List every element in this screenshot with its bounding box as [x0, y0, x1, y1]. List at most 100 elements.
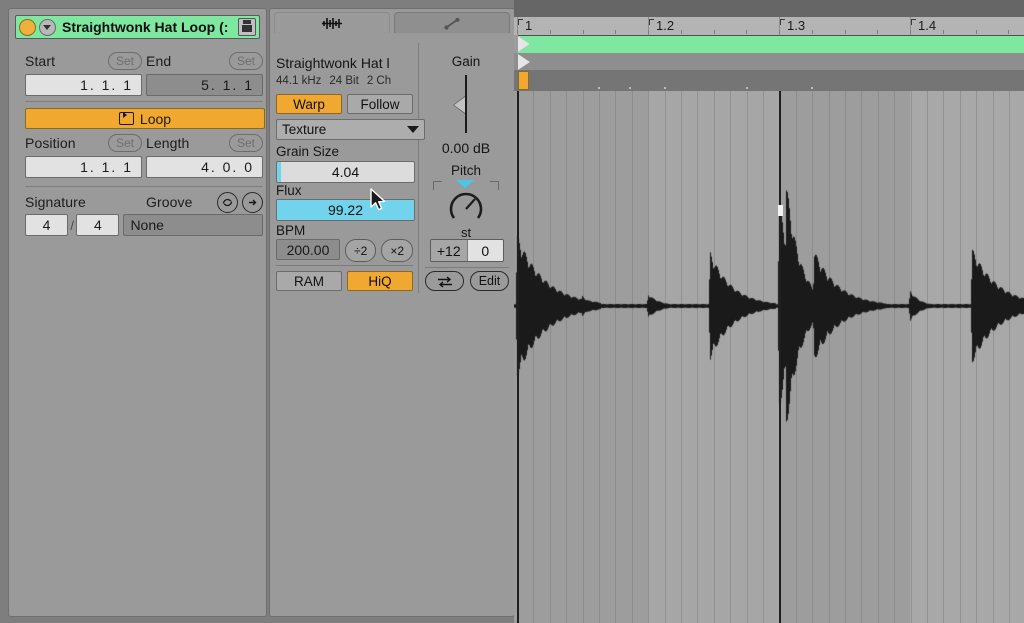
playhead-marker[interactable] — [778, 205, 783, 216]
envelope-icon — [444, 17, 460, 30]
pitch-coarse-value[interactable]: +12 — [431, 240, 467, 261]
divider — [25, 186, 263, 187]
length-set-button[interactable]: Set — [228, 134, 263, 152]
sample-info: 44.1 kHz 24 Bit 2 Ch — [276, 75, 416, 87]
length-field[interactable]: 4. 0. 0 — [146, 156, 263, 178]
clip-panel: Straightwonk Hat Loop (: Start Set End S… — [8, 8, 267, 617]
marker-triangle-icon[interactable] — [518, 54, 530, 70]
groove-field[interactable]: None — [123, 214, 263, 236]
flux-slider[interactable]: 99.22 — [276, 199, 415, 221]
reverse-icon — [437, 275, 452, 288]
end-field[interactable]: 5. 1. 1 — [146, 74, 263, 96]
ruler-label: 1.4 — [918, 18, 937, 33]
grain-size-value: 4.04 — [331, 164, 360, 180]
loop-toggle-button[interactable]: Loop — [25, 108, 265, 129]
edit-button[interactable]: Edit — [470, 271, 509, 291]
ruler-subtick — [615, 30, 616, 34]
gain-label: Gain — [451, 54, 481, 69]
clip-title: Straightwonk Hat Loop (: — [62, 19, 229, 35]
gain-slider-handle[interactable] — [454, 97, 465, 113]
hiq-button[interactable]: HiQ — [347, 271, 413, 291]
warp-lane-dot — [629, 87, 631, 89]
signature-label: Signature — [25, 194, 86, 210]
warp-lane-dot — [811, 87, 813, 89]
sample-name: Straightwonk Hat l — [276, 55, 390, 71]
pitch-knob[interactable] — [448, 190, 484, 226]
signature-denominator-field[interactable]: 4 — [76, 214, 120, 236]
warp-follow-row: Warp Follow — [276, 94, 413, 114]
ruler-subtick — [681, 30, 682, 34]
divider — [425, 267, 509, 268]
divider — [276, 265, 413, 266]
position-set-button[interactable]: Set — [107, 134, 142, 152]
signature-slash: / — [70, 217, 75, 233]
loop-brace[interactable] — [518, 35, 1024, 54]
pitch-indicator-icon — [456, 180, 474, 188]
pitch-field[interactable]: +12 0 — [430, 239, 504, 262]
sample-panel-tabs — [274, 12, 510, 33]
position-field[interactable]: 1. 1. 1 — [25, 156, 142, 178]
follow-button[interactable]: Follow — [347, 94, 413, 114]
sample-panel: Straightwonk Hat l 44.1 kHz 24 Bit 2 Ch … — [269, 8, 515, 617]
ruler-subtick — [550, 30, 551, 34]
clip-unfold-triangle-icon[interactable] — [39, 18, 56, 36]
signature-numerator-field[interactable]: 4 — [25, 214, 69, 236]
ableton-clip-view: Straightwonk Hat Loop (: Start Set End S… — [0, 0, 1024, 623]
clip-titlebar[interactable]: Straightwonk Hat Loop (: — [15, 15, 260, 39]
signature-groove-values: 4 / 4 None — [25, 214, 263, 236]
tab-sample[interactable] — [274, 12, 390, 33]
bpm-halve-button[interactable]: ÷2 — [344, 239, 377, 262]
ruler-label: 1 — [525, 18, 533, 33]
bpm-field[interactable]: 200.00 — [276, 239, 340, 260]
start-marker-lane[interactable] — [514, 53, 1024, 71]
start-field[interactable]: 1. 1. 1 — [25, 74, 142, 96]
gain-slider-track[interactable] — [465, 75, 467, 133]
pitch-unit-label: st — [460, 225, 472, 240]
channel-count: 2 Ch — [366, 75, 392, 87]
groove-commit-icon[interactable] — [217, 191, 238, 213]
end-set-button[interactable]: Set — [228, 52, 263, 70]
marker-triangle-icon[interactable] — [518, 36, 530, 52]
loop-icon — [118, 112, 134, 125]
warp-marker[interactable] — [518, 71, 529, 90]
ram-hiq-row: RAM HiQ — [276, 271, 413, 291]
ruler-subtick — [583, 30, 584, 34]
ruler-subtick — [746, 30, 747, 34]
grain-size-label: Grain Size — [276, 144, 340, 159]
bar-line — [779, 91, 781, 623]
save-clip-icon[interactable] — [238, 18, 256, 36]
start-end-header: Start Set End Set — [25, 51, 263, 71]
bpm-double-button[interactable]: ×2 — [381, 239, 413, 262]
ruler-subtick — [877, 30, 878, 34]
groove-hotswap-icon[interactable] — [242, 191, 263, 213]
divider — [25, 101, 263, 102]
tab-envelope[interactable] — [394, 12, 510, 33]
ram-button[interactable]: RAM — [276, 271, 342, 291]
signature-groove-header: Signature Groove — [25, 191, 263, 213]
ruler-subtick — [812, 30, 813, 34]
start-set-button[interactable]: Set — [107, 52, 142, 70]
position-length-header: Position Set Length Set — [25, 133, 263, 153]
ruler-subtick — [779, 30, 780, 34]
ruler-subtick — [976, 30, 977, 34]
warp-button[interactable]: Warp — [276, 94, 342, 114]
flux-label: Flux — [276, 183, 302, 198]
waveform-display[interactable] — [514, 91, 1024, 623]
editor-top-strip — [514, 0, 1024, 17]
loop-label: Loop — [139, 110, 172, 127]
grain-size-fill — [277, 162, 282, 182]
ruler-subtick — [714, 30, 715, 34]
end-label: End — [146, 53, 172, 69]
pitch-fine-value[interactable]: 0 — [466, 240, 503, 261]
clip-color-dot[interactable] — [19, 18, 36, 36]
grain-size-slider[interactable]: 4.04 — [276, 161, 415, 183]
warp-marker-lane[interactable] — [514, 70, 1024, 92]
bar-line — [517, 91, 519, 623]
panel-divider — [418, 43, 419, 293]
start-end-values: 1. 1. 1 5. 1. 1 — [25, 74, 263, 96]
beat-ruler[interactable]: 1 1.2 1.3 1.4 — [514, 17, 1024, 35]
bpm-label: BPM — [276, 223, 306, 238]
warp-mode-dropdown[interactable]: Texture — [276, 119, 425, 140]
reverse-button[interactable] — [425, 271, 464, 291]
sample-editor[interactable]: 1 1.2 1.3 1.4 — [514, 0, 1024, 623]
